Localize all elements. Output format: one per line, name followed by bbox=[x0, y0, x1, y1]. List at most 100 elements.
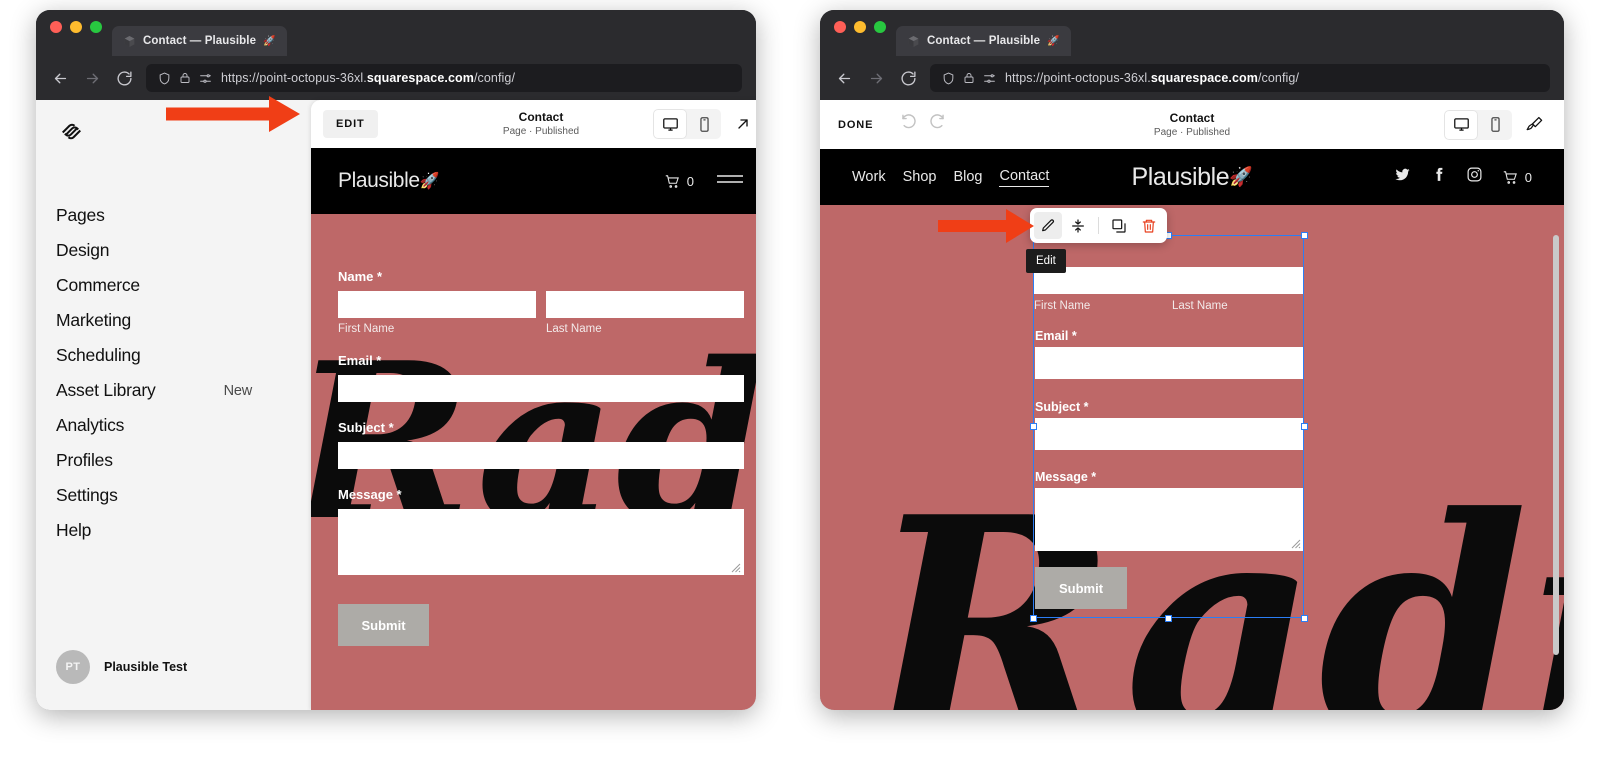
instagram-button[interactable] bbox=[1466, 166, 1483, 188]
reload-button[interactable] bbox=[898, 68, 918, 88]
browser-tab[interactable]: Contact — Plausible 🚀 bbox=[112, 26, 287, 56]
sidebar-item-help[interactable]: Help bbox=[56, 517, 252, 544]
desktop-view-button[interactable] bbox=[653, 109, 687, 139]
sidebar-item-analytics[interactable]: Analytics bbox=[56, 412, 252, 439]
site-brand-text: Plausible bbox=[338, 169, 420, 192]
message-textarea[interactable] bbox=[1035, 488, 1304, 551]
external-link-arrow-icon bbox=[738, 119, 748, 129]
selection-handle-bottom-left[interactable] bbox=[1030, 615, 1037, 622]
facebook-button[interactable] bbox=[1430, 166, 1447, 188]
selection-handle-middle-right[interactable] bbox=[1301, 423, 1308, 430]
sidebar-item-label: Commerce bbox=[56, 275, 140, 295]
window-traffic-lights-left bbox=[50, 10, 102, 56]
squarespace-app-left: Pages Design Commerce Marketing Scheduli… bbox=[36, 100, 756, 710]
mobile-view-button[interactable] bbox=[1478, 110, 1512, 140]
edit-block-button[interactable] bbox=[1034, 212, 1062, 239]
selection-handle-middle-left[interactable] bbox=[1030, 423, 1037, 430]
maximize-window-button[interactable] bbox=[90, 20, 102, 33]
url-bar-right: https://point-octopus-36xl.squarespace.c… bbox=[820, 56, 1564, 100]
sidebar-item-badge: New bbox=[223, 382, 253, 399]
sidebar-item-asset-library[interactable]: Asset Library New bbox=[56, 377, 252, 404]
sidebar-item-scheduling[interactable]: Scheduling bbox=[56, 342, 252, 369]
done-button[interactable]: DONE bbox=[834, 111, 877, 139]
close-window-button[interactable] bbox=[50, 20, 62, 33]
email-input[interactable] bbox=[338, 375, 744, 402]
selection-handle-top-right[interactable] bbox=[1301, 232, 1308, 239]
selection-handle-bottom-center[interactable] bbox=[1165, 615, 1172, 622]
first-name-sublabel: First Name bbox=[338, 323, 395, 335]
site-settings-icon[interactable] bbox=[199, 72, 212, 85]
editor-scrollbar-thumb[interactable] bbox=[1553, 235, 1559, 655]
cart-button[interactable]: 0 bbox=[664, 173, 694, 190]
annotation-arrow-right bbox=[938, 209, 1034, 243]
submit-button[interactable]: Submit bbox=[1035, 567, 1127, 609]
email-input[interactable] bbox=[1035, 347, 1304, 379]
undo-button[interactable] bbox=[899, 113, 918, 137]
sidebar-item-settings[interactable]: Settings bbox=[56, 482, 252, 509]
open-external-button[interactable] bbox=[727, 109, 756, 139]
desktop-view-button[interactable] bbox=[1444, 109, 1478, 140]
mobile-icon bbox=[699, 116, 709, 132]
resize-grip-icon[interactable] bbox=[731, 563, 741, 573]
browser-tab[interactable]: Contact — Plausible 🚀 bbox=[896, 26, 1071, 56]
mobile-icon bbox=[1490, 117, 1500, 132]
minimize-window-button[interactable] bbox=[70, 20, 82, 33]
avatar: PT bbox=[56, 650, 90, 684]
site-social-group: 0 bbox=[1394, 166, 1532, 188]
sidebar-item-pages[interactable]: Pages bbox=[56, 202, 252, 229]
site-nav-link-contact[interactable]: Contact bbox=[999, 168, 1050, 187]
sidebar-item-label: Analytics bbox=[56, 415, 125, 435]
address-bar[interactable]: https://point-octopus-36xl.squarespace.c… bbox=[146, 64, 742, 92]
sidebar-item-profiles[interactable]: Profiles bbox=[56, 447, 252, 474]
cart-button[interactable]: 0 bbox=[1502, 169, 1532, 186]
browser-window-right: Contact — Plausible 🚀 https://point-octo… bbox=[820, 10, 1564, 710]
sidebar-item-marketing[interactable]: Marketing bbox=[56, 307, 252, 334]
site-settings-icon[interactable] bbox=[983, 72, 996, 85]
sidebar-item-commerce[interactable]: Commerce bbox=[56, 272, 252, 299]
shield-icon bbox=[943, 72, 954, 84]
edit-button[interactable]: EDIT bbox=[323, 110, 378, 138]
address-bar[interactable]: https://point-octopus-36xl.squarespace.c… bbox=[930, 64, 1550, 92]
site-brand[interactable]: Plausible 🚀 bbox=[1131, 162, 1253, 192]
site-styles-button[interactable] bbox=[1518, 110, 1550, 140]
submit-button[interactable]: Submit bbox=[338, 604, 429, 646]
collapse-vertical-icon bbox=[1072, 218, 1084, 233]
collapse-block-button[interactable] bbox=[1064, 212, 1092, 239]
account-button[interactable]: PT Plausible Test bbox=[56, 650, 187, 684]
hamburger-menu-button[interactable] bbox=[716, 171, 744, 192]
sidebar-item-design[interactable]: Design bbox=[56, 237, 252, 264]
subject-input[interactable] bbox=[1035, 418, 1304, 450]
site-nav-link-shop[interactable]: Shop bbox=[903, 169, 937, 185]
site-brand-text: Plausible bbox=[1131, 162, 1230, 191]
forward-button[interactable] bbox=[82, 68, 102, 88]
rocket-emoji-icon: 🚀 bbox=[263, 35, 276, 47]
first-name-input[interactable] bbox=[338, 291, 536, 318]
last-name-input[interactable] bbox=[546, 291, 744, 318]
redo-button[interactable] bbox=[928, 113, 947, 137]
resize-grip-icon[interactable] bbox=[1291, 539, 1301, 549]
back-button[interactable] bbox=[834, 68, 854, 88]
site-brand[interactable]: Plausible 🚀 bbox=[338, 169, 440, 193]
device-toggle-group bbox=[653, 109, 721, 139]
site-nav-link-work[interactable]: Work bbox=[852, 169, 886, 185]
maximize-window-button[interactable] bbox=[874, 20, 886, 33]
forward-button[interactable] bbox=[866, 68, 886, 88]
subject-input[interactable] bbox=[338, 442, 744, 469]
mobile-view-button[interactable] bbox=[687, 109, 721, 139]
tab-strip-right: Contact — Plausible 🚀 bbox=[820, 10, 1564, 56]
cube-favicon-icon bbox=[124, 35, 135, 47]
screenshot-stage: Contact — Plausible 🚀 https://point-octo… bbox=[0, 0, 1600, 772]
message-textarea[interactable] bbox=[338, 509, 744, 575]
selection-handle-bottom-right[interactable] bbox=[1301, 615, 1308, 622]
duplicate-block-button[interactable] bbox=[1105, 212, 1133, 239]
close-window-button[interactable] bbox=[834, 20, 846, 33]
back-button[interactable] bbox=[50, 68, 70, 88]
twitter-button[interactable] bbox=[1394, 166, 1411, 188]
delete-block-button[interactable] bbox=[1135, 212, 1163, 239]
instagram-icon bbox=[1467, 167, 1482, 182]
site-nav-link-blog[interactable]: Blog bbox=[953, 169, 982, 185]
minimize-window-button[interactable] bbox=[854, 20, 866, 33]
url-text: https://point-octopus-36xl.squarespace.c… bbox=[1005, 71, 1300, 85]
reload-button[interactable] bbox=[114, 68, 134, 88]
last-name-input[interactable]: Last Name bbox=[1172, 267, 1304, 312]
